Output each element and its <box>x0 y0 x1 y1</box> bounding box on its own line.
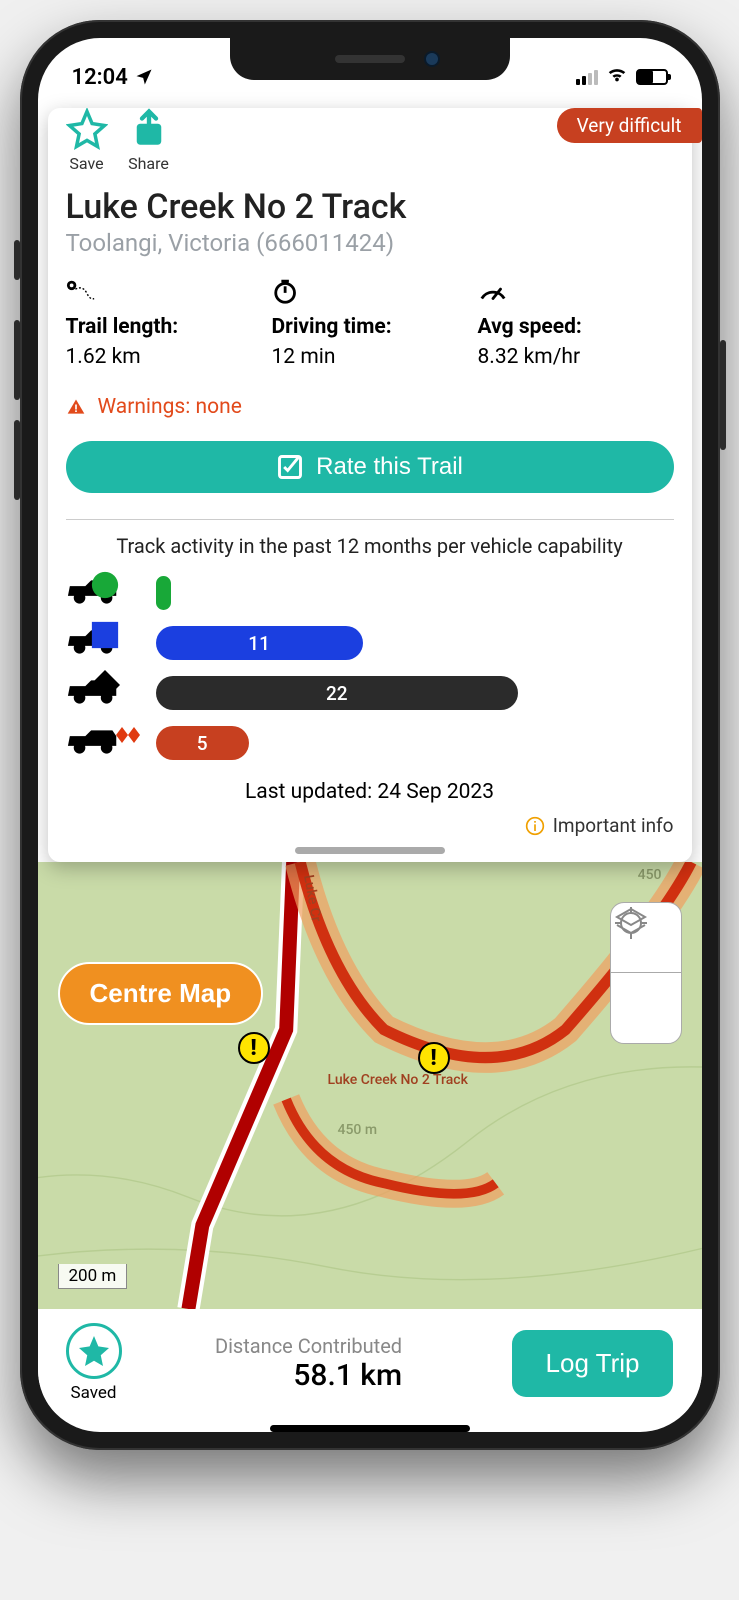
distance-label: Distance Contributed <box>215 1334 402 1358</box>
activity-bar: 22 <box>156 676 519 710</box>
saved-label: Saved <box>71 1383 117 1403</box>
activity-row-black: 22 <box>66 674 674 712</box>
share-label: Share <box>128 154 169 173</box>
warnings-row[interactable]: Warnings: none <box>66 395 674 419</box>
activity-row-green <box>66 574 674 612</box>
stats-row: Trail length: 1.62 km Driving time: 12 m… <box>66 277 674 369</box>
map-locate-button[interactable] <box>611 973 681 1043</box>
phone-side-button <box>14 240 20 280</box>
centre-map-button[interactable]: Centre Map <box>58 962 264 1025</box>
map-hazard-marker[interactable]: ! <box>238 1032 270 1064</box>
activity-bar <box>156 576 172 610</box>
screen: 12:04 Save <box>38 38 702 1432</box>
star-outline-icon <box>66 108 108 150</box>
vehicle-suv-icon <box>66 676 136 710</box>
star-filled-icon <box>76 1333 112 1369</box>
map-hazard-marker[interactable]: ! <box>418 1042 450 1074</box>
locate-icon <box>611 903 651 943</box>
map-contour-label: 450 m <box>338 1122 378 1138</box>
bottom-bar: Saved Distance Contributed 58.1 km Log T… <box>38 1309 702 1413</box>
activity-row-blue: 11 <box>66 624 674 662</box>
cellular-icon <box>576 69 598 85</box>
last-updated-text: Last updated: 24 Sep 2023 <box>66 780 674 804</box>
blue-square-icon <box>76 620 134 650</box>
info-circle-icon <box>525 816 545 836</box>
save-button[interactable]: Save <box>66 108 108 173</box>
stat-time-label: Driving time: <box>272 315 468 339</box>
stopwatch-icon <box>272 277 302 305</box>
saved-button[interactable]: Saved <box>66 1323 122 1403</box>
important-info-button[interactable]: Important info <box>66 814 674 837</box>
notch <box>230 38 510 80</box>
stat-time-value: 12 min <box>272 345 468 369</box>
important-info-label: Important info <box>553 814 674 837</box>
stat-length-value: 1.62 km <box>66 345 262 369</box>
difficulty-badge: Very difficult <box>557 108 702 143</box>
vehicle-suv-icon <box>66 626 136 660</box>
battery-icon <box>636 69 668 85</box>
checkbox-edit-icon <box>276 453 304 481</box>
wifi-icon <box>606 63 628 91</box>
green-circle-icon <box>76 570 134 600</box>
black-diamond-icon <box>76 670 134 700</box>
activity-chart: 11 22 <box>66 574 674 762</box>
stat-length: Trail length: 1.62 km <box>66 277 262 369</box>
stat-speed-label: Avg speed: <box>478 315 674 339</box>
activity-row-red: 5 <box>66 724 674 762</box>
phone-frame: 12:04 Save <box>20 20 720 1450</box>
warnings-text: Warnings: none <box>98 395 242 419</box>
vehicle-suv-icon <box>66 576 136 610</box>
warning-triangle-icon <box>66 397 86 417</box>
status-time: 12:04 <box>72 65 128 90</box>
stat-speed-value: 8.32 km/hr <box>478 345 674 369</box>
route-icon <box>66 277 96 305</box>
divider <box>66 519 674 520</box>
speedometer-icon <box>478 277 508 305</box>
trail-title: Luke Creek No 2 Track <box>66 187 674 227</box>
distance-value: 58.1 km <box>215 1358 402 1393</box>
activity-title: Track activity in the past 12 months per… <box>66 534 674 558</box>
activity-bar: 11 <box>156 626 363 660</box>
location-arrow-icon <box>134 67 154 87</box>
trail-detail-card: Save Share Very difficult Luke Creek No … <box>48 108 692 862</box>
double-red-diamond-icon <box>116 720 142 750</box>
share-icon <box>128 108 170 150</box>
sheet-drag-handle[interactable] <box>295 847 445 854</box>
home-indicator[interactable] <box>270 1425 470 1432</box>
phone-side-button <box>720 340 726 450</box>
vehicle-suv-icon <box>66 726 136 760</box>
distance-contributed: Distance Contributed 58.1 km <box>215 1334 402 1393</box>
rate-trail-button[interactable]: Rate this Trail <box>66 441 674 493</box>
map-view[interactable]: Luke Cr Luke Creek No 2 Track 450 m 450 … <box>38 862 702 1309</box>
map-controls <box>610 902 682 1044</box>
phone-side-button <box>14 320 20 400</box>
trail-subtitle: Toolangi, Victoria (666011424) <box>66 229 674 257</box>
stat-speed: Avg speed: 8.32 km/hr <box>478 277 674 369</box>
phone-side-button <box>14 420 20 500</box>
map-scale: 200 m <box>58 1264 128 1289</box>
activity-bar: 5 <box>156 726 249 760</box>
map-label: Luke Creek No 2 Track <box>328 1072 468 1088</box>
stat-length-label: Trail length: <box>66 315 262 339</box>
log-trip-button[interactable]: Log Trip <box>512 1330 674 1397</box>
map-contour-label: 450 <box>638 867 662 883</box>
share-button[interactable]: Share <box>128 108 170 173</box>
rate-trail-label: Rate this Trail <box>316 453 463 481</box>
save-label: Save <box>69 154 103 173</box>
stat-time: Driving time: 12 min <box>272 277 468 369</box>
